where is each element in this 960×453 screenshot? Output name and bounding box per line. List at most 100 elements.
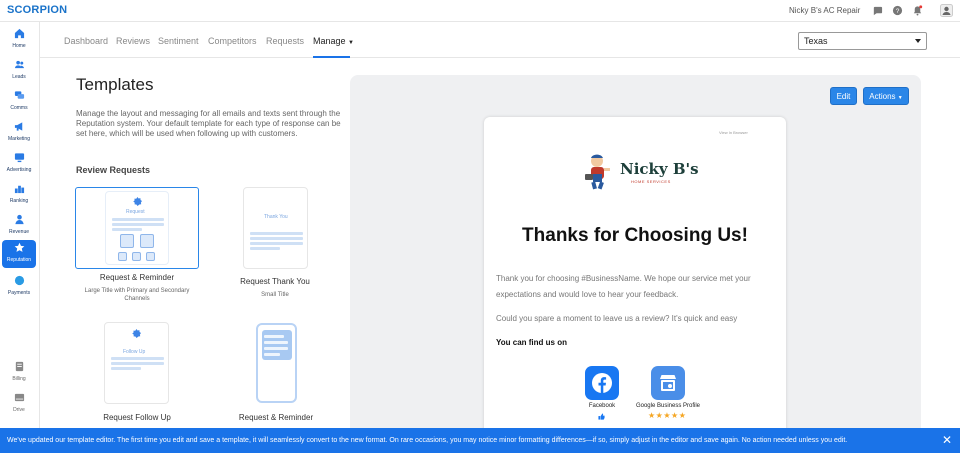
email-brand-tagline: HOME SERVICES xyxy=(631,179,671,184)
sidebar-item-ranking[interactable]: Ranking xyxy=(2,181,36,209)
tab-reviews[interactable]: Reviews xyxy=(116,36,150,46)
section-title: Review Requests xyxy=(76,165,151,175)
tab-competitors[interactable]: Competitors xyxy=(208,36,257,46)
thumbnail-line xyxy=(250,237,303,240)
thumbnail-line xyxy=(112,223,164,226)
sidebar-item-marketing[interactable]: Marketing xyxy=(2,119,36,147)
chevron-down-icon xyxy=(915,39,921,43)
close-icon[interactable]: ✕ xyxy=(942,428,952,453)
drive-icon xyxy=(14,393,24,402)
email-paragraph-2: Could you spare a moment to leave us a r… xyxy=(496,314,738,323)
email-title: Thanks for Choosing Us! xyxy=(522,225,748,246)
sidebar-item-home[interactable]: Home xyxy=(2,26,36,54)
active-tab-indicator xyxy=(313,56,350,58)
template-card-request-reminder-sms[interactable] xyxy=(256,323,297,403)
sidebar-item-label: Drive xyxy=(13,407,25,413)
thumbnail-channel-icon xyxy=(118,252,127,261)
thumbnail-label: Request xyxy=(126,209,145,215)
thumbnail-line xyxy=(111,357,164,360)
sidebar-item-comms[interactable]: Comms xyxy=(2,88,36,116)
thumbnail-line xyxy=(112,228,142,231)
email-paragraph-1: Thank you for choosing #BusinessName. We… xyxy=(496,274,751,299)
chat-icon[interactable] xyxy=(872,5,883,16)
users-icon xyxy=(14,60,24,69)
sidebar-item-label: Billing xyxy=(12,376,26,382)
facebook-channel-button[interactable] xyxy=(585,366,619,400)
thumbnail-image-icon xyxy=(120,234,134,248)
sidebar-item-drive[interactable]: Drive xyxy=(2,390,36,418)
thumbnail-line xyxy=(112,218,164,221)
sidebar-item-advertising[interactable]: Advertising xyxy=(2,150,36,178)
actions-button-label: Actions xyxy=(869,92,896,101)
template-name: Request Follow Up xyxy=(103,413,171,422)
chat-icon xyxy=(14,91,24,99)
monitor-icon xyxy=(14,153,24,163)
thumbnail-line xyxy=(264,341,288,344)
user-avatar-icon[interactable] xyxy=(940,4,953,17)
payments-icon xyxy=(14,275,24,286)
sidebar-item-label: Comms xyxy=(10,105,28,111)
thumbnail-line xyxy=(250,232,303,235)
tab-manage[interactable]: Manage ▼ xyxy=(313,36,354,46)
chevron-down-icon: ▼ xyxy=(897,95,903,101)
notification-banner: We've updated our template editor. The f… xyxy=(0,428,960,453)
google-business-channel-button[interactable] xyxy=(651,366,685,400)
template-thumbnail: Request xyxy=(105,191,169,265)
thumbnail-label: Thank You xyxy=(264,214,288,220)
thumbnail-line xyxy=(264,347,288,350)
sidebar-item-label: Advertising xyxy=(6,167,32,173)
find-us-heading: You can find us on xyxy=(496,338,567,347)
thumbnail-line xyxy=(250,242,303,245)
thumbnail-channel-icon xyxy=(132,252,141,261)
thumbnail-channel-icon xyxy=(146,252,155,261)
sidebar-item-label: Payments xyxy=(7,290,31,296)
mascot-logo-icon xyxy=(585,154,610,190)
brand-logo[interactable]: SCORPION xyxy=(7,4,67,16)
tab-sentiment[interactable]: Sentiment xyxy=(158,36,199,46)
badge-icon xyxy=(132,329,141,338)
thumbnail-image-icon xyxy=(140,234,154,248)
page-title: Templates xyxy=(76,75,154,94)
template-name: Request & Reminder xyxy=(99,273,175,282)
star-icon xyxy=(14,242,24,252)
tab-manage-label: Manage xyxy=(313,36,346,46)
email-brand-name: Nicky B's xyxy=(620,160,699,178)
edit-button[interactable]: Edit xyxy=(830,87,857,105)
billing-icon xyxy=(15,361,23,372)
sidebar-item-reputation[interactable]: Reputation xyxy=(2,240,36,268)
account-name[interactable]: Nicky B's AC Repair xyxy=(789,6,860,15)
view-in-browser-link[interactable]: View In Browser xyxy=(719,130,748,135)
actions-button[interactable]: Actions ▼ xyxy=(863,87,909,105)
top-bar: SCORPION Nicky B's AC Repair ? xyxy=(0,0,960,22)
location-select-value: Texas xyxy=(804,36,828,46)
bell-icon[interactable] xyxy=(912,5,923,16)
facebook-label: Facebook xyxy=(588,403,616,409)
template-subtitle: Large Title with Primary and Secondary C… xyxy=(84,288,190,302)
left-sidebar: Home Leads Comms Marketing Advertising R… xyxy=(0,22,40,428)
sidebar-item-leads[interactable]: Leads xyxy=(2,57,36,85)
ranking-icon xyxy=(14,185,24,194)
thumbnail-line xyxy=(111,362,164,365)
template-card-request-follow-up[interactable]: Follow Up xyxy=(104,322,169,404)
thumbnail-line xyxy=(250,247,280,250)
sidebar-item-billing[interactable]: Billing xyxy=(2,359,36,387)
sidebar-item-label: Marketing xyxy=(8,136,30,142)
thumbnail-line xyxy=(111,367,141,370)
five-star-rating: ★★★★★ xyxy=(648,411,687,420)
google-business-label: Google Business Profile xyxy=(635,403,701,409)
location-select[interactable]: Texas xyxy=(798,32,927,50)
page-description: Manage the layout and messaging for all … xyxy=(76,109,341,138)
sidebar-item-label: Revenue xyxy=(8,229,29,235)
help-icon[interactable]: ? xyxy=(892,5,903,16)
tab-requests[interactable]: Requests xyxy=(266,36,304,46)
sidebar-item-label: Ranking xyxy=(9,198,29,204)
badge-icon xyxy=(133,197,142,206)
sidebar-item-revenue[interactable]: Revenue xyxy=(2,212,36,240)
sidebar-item-payments[interactable]: Payments xyxy=(2,273,36,301)
tab-dashboard[interactable]: Dashboard xyxy=(64,36,108,46)
template-card-request-thank-you[interactable]: Thank You xyxy=(243,187,308,269)
sidebar-item-label: Home xyxy=(12,43,26,49)
google-business-icon xyxy=(660,375,676,391)
template-subtitle: Small Title xyxy=(261,292,289,298)
template-card-request-reminder[interactable]: Request xyxy=(75,187,199,269)
